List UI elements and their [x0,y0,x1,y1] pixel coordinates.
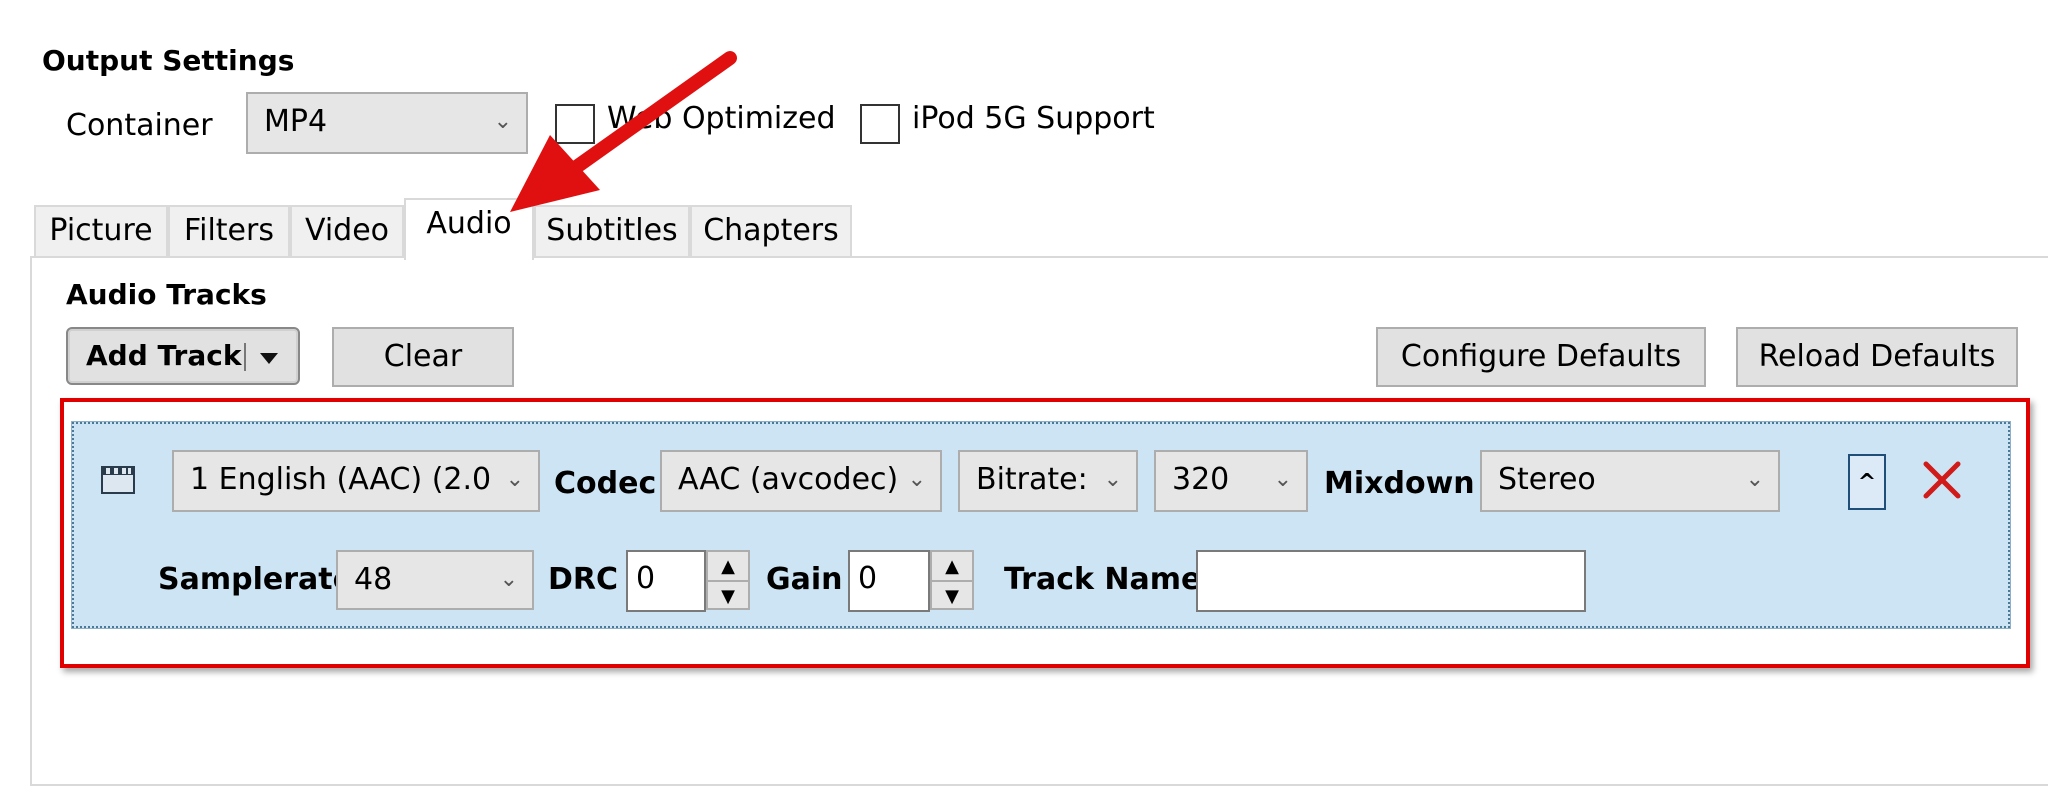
chevron-down-icon: ⌄ [505,467,524,492]
add-track-button[interactable]: Add Track [66,327,300,385]
gain-input[interactable]: 0 [848,550,930,612]
tab-filters[interactable]: Filters [168,205,290,257]
clear-button[interactable]: Clear [332,327,514,387]
red-x-icon[interactable] [1920,458,1964,502]
audio-tracks-heading: Audio Tracks [66,278,267,311]
ipod-5g-label[interactable]: iPod 5G Support [912,101,1155,136]
tab-picture[interactable]: Picture [34,205,168,257]
bitrate-value-select[interactable]: 320 ⌄ [1154,450,1308,512]
chevron-down-icon: ⌄ [1745,467,1764,492]
stepper-up-icon[interactable]: ▲ [932,552,972,582]
gain-stepper[interactable]: ▲ ▼ [930,550,974,610]
codec-select[interactable]: AAC (avcodec) ⌄ [660,450,942,512]
samplerate-select[interactable]: 48 ⌄ [336,550,534,610]
red-arrow-icon [510,51,737,212]
add-track-label: Add Track [86,339,242,372]
mixdown-value: Stereo [1498,462,1596,497]
chevron-down-icon: ⌄ [907,467,926,492]
container-value: MP4 [264,104,328,139]
codec-label: Codec [554,466,657,501]
drc-input[interactable]: 0 [626,550,706,612]
mixdown-select[interactable]: Stereo ⌄ [1480,450,1780,512]
tab-video[interactable]: Video [290,205,404,257]
source-track-select[interactable]: 1 English (AAC) (2.0 ⌄ [172,450,540,512]
configure-defaults-button[interactable]: Configure Defaults [1376,327,1706,387]
triangle-down-icon[interactable] [260,353,278,364]
container-label: Container [66,108,213,143]
bitrate-value: 320 [1172,462,1230,497]
ipod-5g-checkbox[interactable] [860,104,900,144]
source-track-value: 1 English (AAC) (2.0 [190,462,492,497]
track-name-input[interactable] [1196,550,1586,612]
stepper-down-icon[interactable]: ▼ [708,582,748,610]
track-name-label: Track Name: [1004,562,1214,597]
stepper-down-icon[interactable]: ▼ [932,582,972,610]
samplerate-label: Samplerate [158,562,353,597]
codec-value: AAC (avcodec) [678,462,899,497]
drc-label: DRC [548,562,619,597]
chevron-down-icon: ⌄ [1273,467,1292,492]
film-clapper-icon [101,466,135,494]
bitrate-mode-value: Bitrate: [976,462,1088,497]
add-track-separator [244,343,246,371]
reload-defaults-button[interactable]: Reload Defaults [1736,327,2018,387]
bitrate-mode-select[interactable]: Bitrate: ⌄ [958,450,1138,512]
drc-stepper[interactable]: ▲ ▼ [706,550,750,610]
mixdown-label: Mixdown [1324,466,1475,501]
chevron-down-icon: ⌄ [1103,467,1122,492]
collapse-button[interactable]: ^ [1848,454,1886,510]
gain-label: Gain [766,562,843,597]
samplerate-value: 48 [354,562,393,597]
chevron-down-icon: ⌄ [499,567,518,592]
output-settings-heading: Output Settings [42,44,295,77]
stepper-up-icon[interactable]: ▲ [708,552,748,582]
